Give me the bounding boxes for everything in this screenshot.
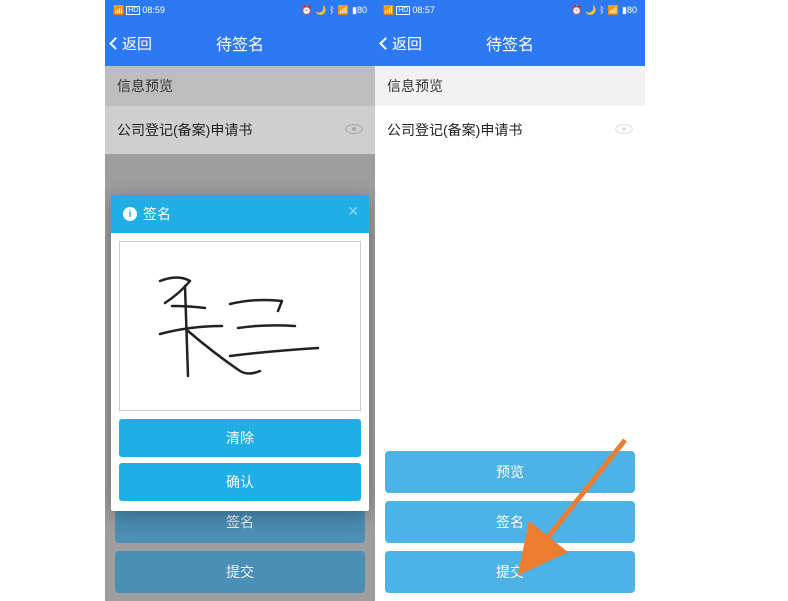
dnd-icon: 🌙 <box>585 5 596 16</box>
preview-button[interactable]: 预览 <box>385 451 635 493</box>
dialog-header: i 签名 ✕ <box>111 195 369 233</box>
status-bar: 📶 HD 08:59 ⏰ 🌙 ᛒ 📶 ▮80 <box>105 0 375 20</box>
signal-icon: 📶 <box>113 5 124 16</box>
signature-drawing <box>130 256 350 396</box>
close-icon[interactable]: ✕ <box>347 203 359 220</box>
list-item[interactable]: 公司登记(备案)申请书 <box>375 106 645 154</box>
eye-icon[interactable] <box>615 122 633 138</box>
section-header: 信息预览 <box>375 66 645 106</box>
clear-button[interactable]: 清除 <box>119 419 361 457</box>
signature-canvas[interactable] <box>119 241 361 411</box>
back-button[interactable]: 返回 <box>105 33 152 54</box>
alarm-icon: ⏰ <box>301 5 312 16</box>
dialog-title: 签名 <box>143 204 171 224</box>
signature-dialog: i 签名 ✕ <box>111 195 369 511</box>
dnd-icon: 🌙 <box>315 5 326 16</box>
submit-button: 提交 <box>115 551 365 593</box>
eye-icon[interactable] <box>345 122 363 138</box>
chevron-left-icon <box>109 37 122 50</box>
nav-bar: 返回 待签名 <box>375 20 645 66</box>
page-title: 待签名 <box>216 31 264 55</box>
hd-icon: HD <box>396 6 410 15</box>
battery-icon: ▮80 <box>352 5 367 16</box>
wifi-icon: 📶 <box>608 5 619 16</box>
wifi-icon: 📶 <box>338 5 349 16</box>
status-bar: 📶 HD 08:57 ⏰ 🌙 ᛒ 📶 ▮80 <box>375 0 645 20</box>
back-button[interactable]: 返回 <box>375 33 422 54</box>
confirm-button[interactable]: 确认 <box>119 463 361 501</box>
section-header: 信息预览 <box>105 66 375 106</box>
bluetooth-icon: ᛒ <box>329 5 334 15</box>
list-item-label: 公司登记(备案)申请书 <box>117 120 252 140</box>
hd-icon: HD <box>126 6 140 15</box>
nav-bar: 返回 待签名 <box>105 20 375 66</box>
page-title: 待签名 <box>486 31 534 55</box>
signal-icon: 📶 <box>383 5 394 16</box>
sign-button[interactable]: 签名 <box>385 501 635 543</box>
phone-screen-right: 📶 HD 08:57 ⏰ 🌙 ᛒ 📶 ▮80 返回 待签名 信息预览 公司登记(… <box>375 0 645 601</box>
list-item[interactable]: 公司登记(备案)申请书 <box>105 106 375 154</box>
bluetooth-icon: ᛒ <box>599 5 604 15</box>
status-time: 08:59 <box>142 5 165 15</box>
battery-icon: ▮80 <box>622 5 637 16</box>
alarm-icon: ⏰ <box>571 5 582 16</box>
info-icon: i <box>123 207 137 221</box>
chevron-left-icon <box>379 37 392 50</box>
phone-screen-left: 📶 HD 08:59 ⏰ 🌙 ᛒ 📶 ▮80 返回 待签名 信息预览 <box>105 0 375 601</box>
status-time: 08:57 <box>412 5 435 15</box>
list-item-label: 公司登记(备案)申请书 <box>387 120 522 140</box>
submit-button[interactable]: 提交 <box>385 551 635 593</box>
bottom-buttons: 预览 签名 提交 <box>375 451 645 593</box>
